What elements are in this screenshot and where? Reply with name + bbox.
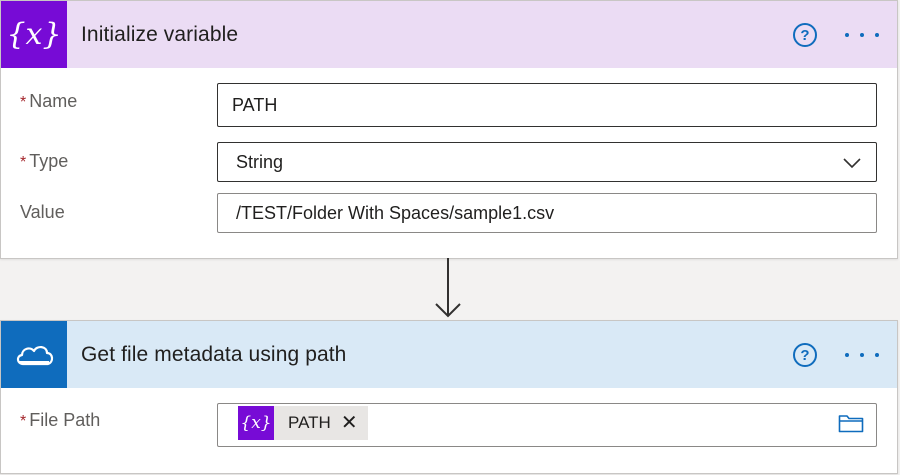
type-dropdown[interactable]: String (217, 142, 877, 182)
variable-curly-x-icon: {x} (238, 406, 274, 440)
card-title: Get file metadata using path (81, 342, 347, 366)
svg-text:{x}: {x} (241, 413, 271, 433)
value-input[interactable]: /TEST/Folder With Spaces/sample1.csv (217, 193, 877, 233)
flow-arrow-down-icon (435, 258, 461, 318)
card-title: Initialize variable (81, 22, 239, 46)
name-input[interactable]: PATH (217, 83, 877, 127)
value-label: Value (20, 202, 65, 222)
more-options-icon[interactable] (845, 25, 879, 45)
help-icon[interactable]: ? (793, 23, 817, 47)
initialize-variable-card: {x} Initialize variable ? *Name PATH *Ty… (0, 0, 898, 259)
name-label: * Name (20, 91, 78, 111)
path-token[interactable]: {x} PATH ✕ (238, 406, 368, 440)
get-file-metadata-card: Get file metadata using path ? * File Pat… (0, 320, 898, 474)
card-header[interactable]: Get file metadata using path ? (1, 321, 897, 388)
chevron-down-icon[interactable] (842, 153, 862, 173)
variable-curly-x-icon: {x} (1, 1, 67, 68)
remove-token-icon[interactable]: ✕ (341, 413, 358, 433)
type-label: * Type (20, 151, 69, 171)
svg-text:{x}: {x} (10, 17, 58, 52)
token-label: PATH (288, 413, 331, 432)
file-path-label: * File Path (20, 410, 101, 430)
file-path-input[interactable]: {x} PATH ✕ (217, 403, 877, 447)
card-header[interactable]: {x} Initialize variable ? (1, 1, 897, 68)
help-icon[interactable]: ? (793, 343, 817, 367)
onedrive-cloud-icon (1, 321, 67, 388)
folder-icon[interactable] (838, 413, 864, 433)
more-options-icon[interactable] (845, 345, 879, 365)
